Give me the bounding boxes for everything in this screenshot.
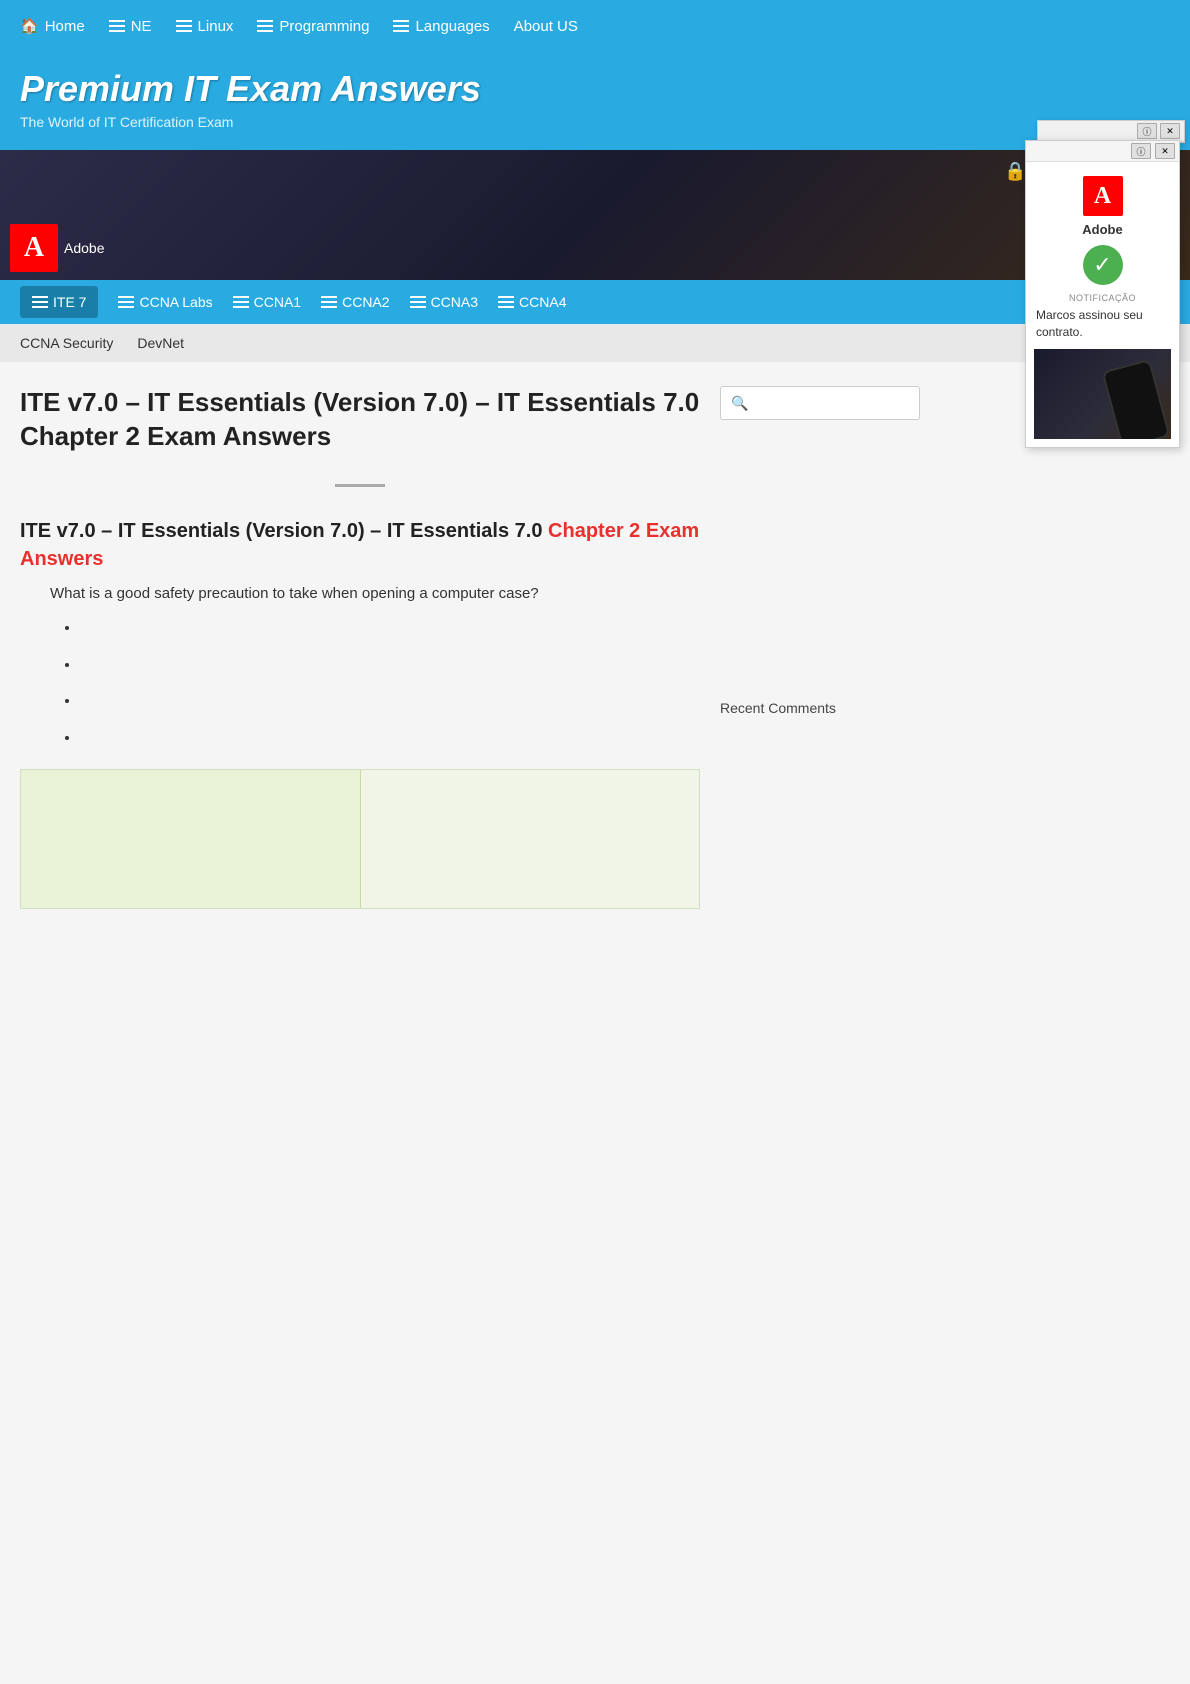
nav-languages[interactable]: Languages [393,18,489,35]
sub-nav: ITE 7 CCNA Labs CCNA1 CCNA2 CCNA3 CCNA4 [0,280,1190,324]
hamburger-icon [233,296,249,308]
article-body: ITE v7.0 – IT Essentials (Version 7.0) –… [20,484,700,910]
floating-ad-primary: ⓘ ✕ 🔒 A Adobe ✓ NOTIFICAÇÃO Marcos assin… [1025,140,1180,448]
subnav2-devnet[interactable]: DevNet [137,335,184,351]
adobe-banner-label: Adobe [64,240,104,256]
content-area: ITE v7.0 – IT Essentials (Version 7.0) –… [20,386,700,909]
floating-ad-body: 🔒 A Adobe ✓ NOTIFICAÇÃO Marcos assinou s… [1026,162,1179,447]
hamburger-icon [32,296,48,308]
phone-shape [1101,358,1170,438]
sub-nav-2: CCNA Security DevNet [0,324,1190,362]
hamburger-icon [176,20,192,32]
subnav-ccna4[interactable]: CCNA4 [498,294,566,310]
divider [335,484,385,487]
site-header: Premium IT Exam Answers The World of IT … [0,52,1190,150]
list-item [80,617,700,640]
subnav-ccna1[interactable]: CCNA1 [233,294,301,310]
article-body-title: ITE v7.0 – IT Essentials (Version 7.0) –… [20,517,700,573]
list-item [80,727,700,750]
floating-ad-header: ⓘ ✕ [1026,141,1179,162]
ad-bottom-right [361,770,700,908]
notification-text: Marcos assinou seu contrato. [1034,307,1171,341]
site-subtitle: The World of IT Certification Exam [20,114,1170,130]
checkmark-circle: ✓ [1083,245,1123,285]
lock-icon: 🔒 [1004,161,1026,182]
notificacao-label: NOTIFICAÇÃO [1034,293,1171,303]
recent-comments-label: Recent Comments [720,700,920,724]
ad-bottom-left [21,770,361,908]
checkmark-icon: ✓ [1093,254,1111,276]
subnav-ccna-labs[interactable]: CCNA Labs [118,294,212,310]
nav-home[interactable]: 🏠 Home [20,17,85,35]
floating-ad-2-info-btn[interactable]: ⓘ [1137,123,1157,139]
nav-linux[interactable]: Linux [176,18,234,35]
article-title: ITE v7.0 – IT Essentials (Version 7.0) –… [20,386,700,454]
body-title-plain: ITE v7.0 – IT Essentials (Version 7.0) –… [20,520,548,542]
floating-ad-secondary-header: ⓘ ✕ [1038,121,1184,142]
hamburger-icon [109,20,125,32]
floating-adobe-text: Adobe [1034,222,1171,237]
adobe-logo: A [10,224,58,272]
floating-ad-close-btn[interactable]: ✕ [1155,143,1175,159]
ad-bottom [20,769,700,909]
main-container: ITE v7.0 – IT Essentials (Version 7.0) –… [0,362,1190,933]
list-item [80,654,700,677]
home-icon: 🏠 [20,17,39,35]
hamburger-icon [321,296,337,308]
hamburger-icon [257,20,273,32]
nav-ne[interactable]: NE [109,18,152,35]
floating-ad-info-btn[interactable]: ⓘ [1131,143,1151,159]
search-input[interactable] [720,386,920,420]
nav-programming[interactable]: Programming [257,18,369,35]
hamburger-icon [410,296,426,308]
floating-ad-2-close-btn[interactable]: ✕ [1160,123,1180,139]
nav-aboutus[interactable]: About US [514,18,578,35]
answer-list [80,617,700,749]
list-item [80,690,700,713]
floating-adobe-a-letter: A [1094,183,1111,210]
hamburger-icon [498,296,514,308]
hamburger-icon [393,20,409,32]
site-title: Premium IT Exam Answers [20,68,1170,110]
floating-adobe-logo: A [1083,176,1123,216]
subnav-ccna3[interactable]: CCNA3 [410,294,478,310]
question-text: What is a good safety precaution to take… [50,583,700,606]
subnav2-ccna-security[interactable]: CCNA Security [20,335,113,351]
top-nav: 🏠 Home NE Linux Programming Languages Ab… [0,0,1190,52]
sidebar: Recent Comments [720,386,920,909]
subnav-ccna2[interactable]: CCNA2 [321,294,389,310]
phone-image [1034,349,1171,439]
subnav-ite7[interactable]: ITE 7 [20,286,98,318]
hamburger-icon [118,296,134,308]
adobe-a-letter: A [24,232,44,264]
